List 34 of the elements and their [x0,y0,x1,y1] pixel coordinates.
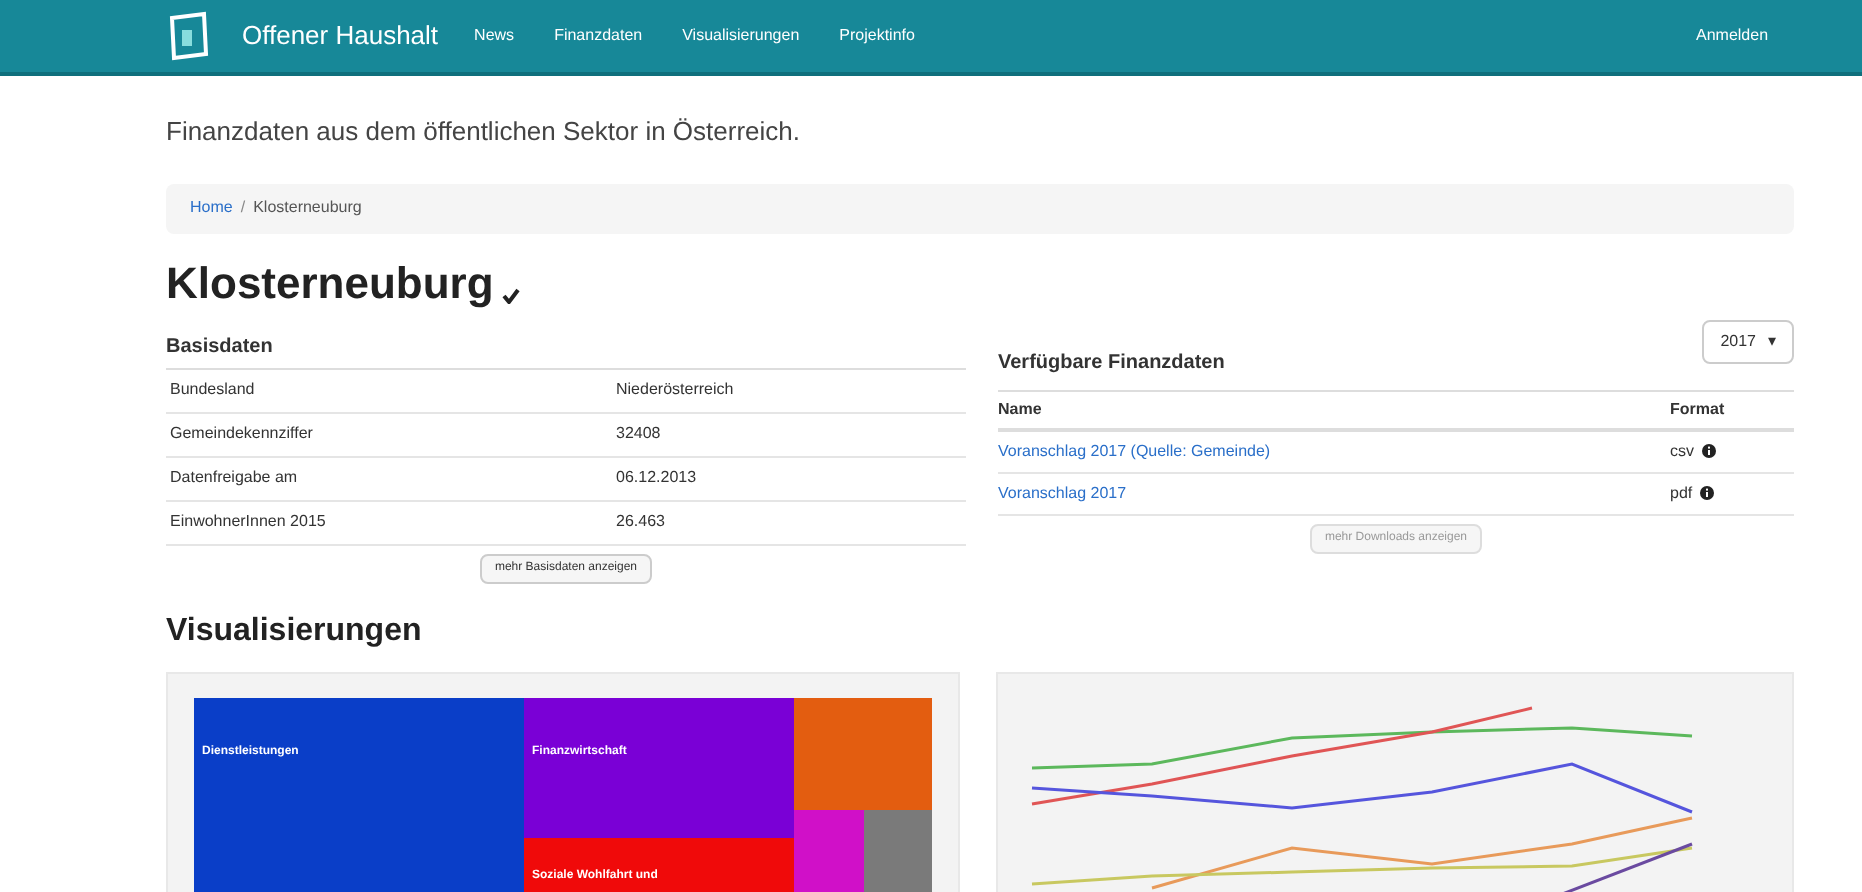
breadcrumb-separator: / [240,196,246,220]
download-link[interactable]: Voranschlag 2017 (Quelle: Gemeinde) [998,441,1271,460]
caret-icon: ▾ [1768,329,1776,353]
table-cell: EinwohnerInnen 2015 [166,500,616,544]
table-cell: Datenfreigabe am [166,456,616,500]
check-icon [501,287,520,303]
nav-link[interactable]: Visualisierungen [682,24,800,48]
info-icon[interactable] [1702,444,1716,459]
section-heading: Visualisierungen [166,611,424,651]
breadcrumb-link[interactable]: Home [190,196,233,220]
login-link[interactable]: Anmelden [1696,24,1769,48]
breadcrumb-current: Klosterneuburg [253,196,362,220]
info-icon[interactable] [1700,486,1715,500]
section-heading: Verfügbare Finanzdaten [998,349,1225,377]
format-label: pdf [1670,481,1693,505]
column-header: Name [998,390,1670,430]
table-cell: Gemeindekennziffer [166,412,616,456]
section-heading: Basisdaten [166,333,275,361]
table-cell: 26.463 [616,500,966,544]
format-label: csv [1670,439,1694,464]
year-select[interactable]: 2017 ▾ [1702,319,1794,363]
page-title: Klosterneuburg [166,255,494,312]
table-cell: Bundesland [166,368,616,412]
table-cell: Niederösterreich [616,368,966,412]
logo-icon [166,10,210,62]
brand-link[interactable]: Offener Haushalt [242,16,439,56]
tagline: Finanzdaten aus dem öffentlichen Sektor in Österreich. [166,114,802,150]
column-header: Format [1670,390,1794,430]
table-cell: 32408 [616,412,966,456]
download-link[interactable]: Voranschlag 2017 [998,483,1127,501]
nav-link[interactable]: News [474,24,515,48]
table-cell: 06.12.2013 [616,456,966,500]
nav-link[interactable]: Finanzdaten [554,24,643,48]
nav-link[interactable]: Projektinfo [839,24,915,48]
